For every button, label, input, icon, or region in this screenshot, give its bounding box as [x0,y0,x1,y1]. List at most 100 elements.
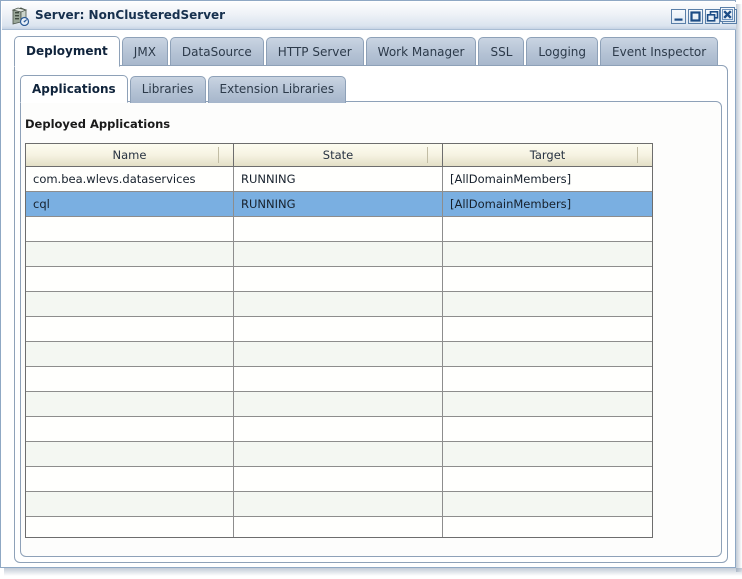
restore-button[interactable] [705,9,720,24]
server-icon [10,7,30,27]
maximize-button[interactable] [688,9,703,24]
table-header-label: Name [112,148,147,162]
table-row[interactable] [26,442,652,467]
table-row[interactable] [26,492,652,517]
table-header-target[interactable]: Target [443,144,652,166]
table-cell-state [234,367,443,391]
table-cell-name [26,467,234,491]
table-header-label: Target [529,148,566,162]
table-cell-name [26,442,234,466]
close-all-button[interactable] [720,7,735,22]
table-cell-target [443,267,652,291]
main-tab-strip: Deployment JMX DataSource HTTP Server Work M… [14,36,720,67]
subtab-label: Extension Libraries [219,82,335,96]
tab-label: Event Inspector [612,45,707,59]
table-cell-state [234,342,443,366]
table-cell-name: com.bea.wlevs.dataservices [26,167,234,191]
table-cell-target [443,467,652,491]
table-cell-state [234,392,443,416]
table-row[interactable] [26,317,652,342]
table-body: com.bea.wlevs.dataservices RUNNING [AllDom… [26,167,652,537]
table-row[interactable] [26,217,652,242]
window-titlebar[interactable]: Server: NonClusteredServer [2,2,737,30]
table-cell-state [234,267,443,291]
tab-label: JMX [133,45,156,59]
window-shadow-bottom [4,568,742,576]
tab-label: DataSource [181,45,252,59]
minimize-button[interactable] [671,9,686,24]
tab-label: HTTP Server [277,45,352,59]
table-cell-target: [AllDomainMembers] [450,197,572,211]
tab-work-manager[interactable]: Work Manager [365,37,477,67]
table-cell-target [443,517,652,537]
subtab-label: Libraries [141,82,194,96]
table-cell-name [26,342,234,366]
table-cell-name [26,392,234,416]
tab-logging[interactable]: Logging [526,37,599,67]
subtab-libraries[interactable]: Libraries [129,76,206,103]
table-cell-name [26,267,234,291]
table-header-name[interactable]: Name [26,144,234,166]
column-resize-grip-icon[interactable] [637,147,638,163]
tab-datasource[interactable]: DataSource [169,37,264,67]
table-cell-state [234,292,443,316]
sub-tab-strip: Applications Libraries Extension Libraries [20,75,348,103]
table-cell-name [26,292,234,316]
table-cell-state: RUNNING [234,167,443,191]
table-cell-target [443,392,652,416]
tab-label: Deployment [26,44,108,58]
table-row[interactable] [26,392,652,417]
table-cell-state [234,467,443,491]
subtab-extension-libraries[interactable]: Extension Libraries [207,76,347,103]
subtab-label: Applications [32,82,116,96]
table-header-label: State [322,148,354,162]
tab-label: Work Manager [377,45,465,59]
table-header-row: Name State Target [26,144,652,167]
table-row[interactable] [26,342,652,367]
table-cell-state [234,517,443,537]
table-row[interactable] [26,267,652,292]
table-cell-name [26,517,234,537]
table-cell-name [26,492,234,516]
table-cell-state [234,317,443,341]
table-cell-target [443,342,652,366]
table-cell-target [443,442,652,466]
table-row[interactable] [26,242,652,267]
column-resize-grip-icon[interactable] [427,147,428,163]
table-cell-name [26,217,234,241]
table-cell-state [234,442,443,466]
table-cell-target [443,242,652,266]
table-row[interactable]: cql RUNNING [AllDomainMembers] [26,192,652,217]
tab-event-inspector[interactable]: Event Inspector [600,37,719,67]
table-cell-target: [AllDomainMembers] [450,172,572,186]
tab-label: Logging [538,45,587,59]
table-cell-target [443,292,652,316]
table-cell-state [234,242,443,266]
tab-ssl[interactable]: SSL [478,37,525,67]
table-cell-name [26,417,234,441]
tab-jmx[interactable]: JMX [121,37,168,67]
table-cell-state [234,217,443,241]
table-cell-target [443,217,652,241]
table-cell-name [26,317,234,341]
table-cell-state [234,417,443,441]
table-cell-target [443,417,652,441]
table-row[interactable] [26,467,652,492]
table-row[interactable] [26,517,652,537]
table-cell-state [234,492,443,516]
table-cell-target [443,492,652,516]
table-row[interactable] [26,292,652,317]
table-row[interactable]: com.bea.wlevs.dataservices RUNNING [AllDom… [26,167,652,192]
table-cell-name: cql [26,192,234,216]
table-row[interactable] [26,417,652,442]
table-cell-name [26,242,234,266]
column-resize-grip-icon[interactable] [218,147,219,163]
table-row[interactable] [26,367,652,392]
tab-label: SSL [490,45,513,59]
table-header-state[interactable]: State [234,144,443,166]
table-cell-target [443,367,652,391]
tab-http-server[interactable]: HTTP Server [265,37,364,67]
subtab-applications[interactable]: Applications [20,75,128,103]
table-cell-state: RUNNING [234,192,443,216]
tab-deployment[interactable]: Deployment [14,36,120,67]
